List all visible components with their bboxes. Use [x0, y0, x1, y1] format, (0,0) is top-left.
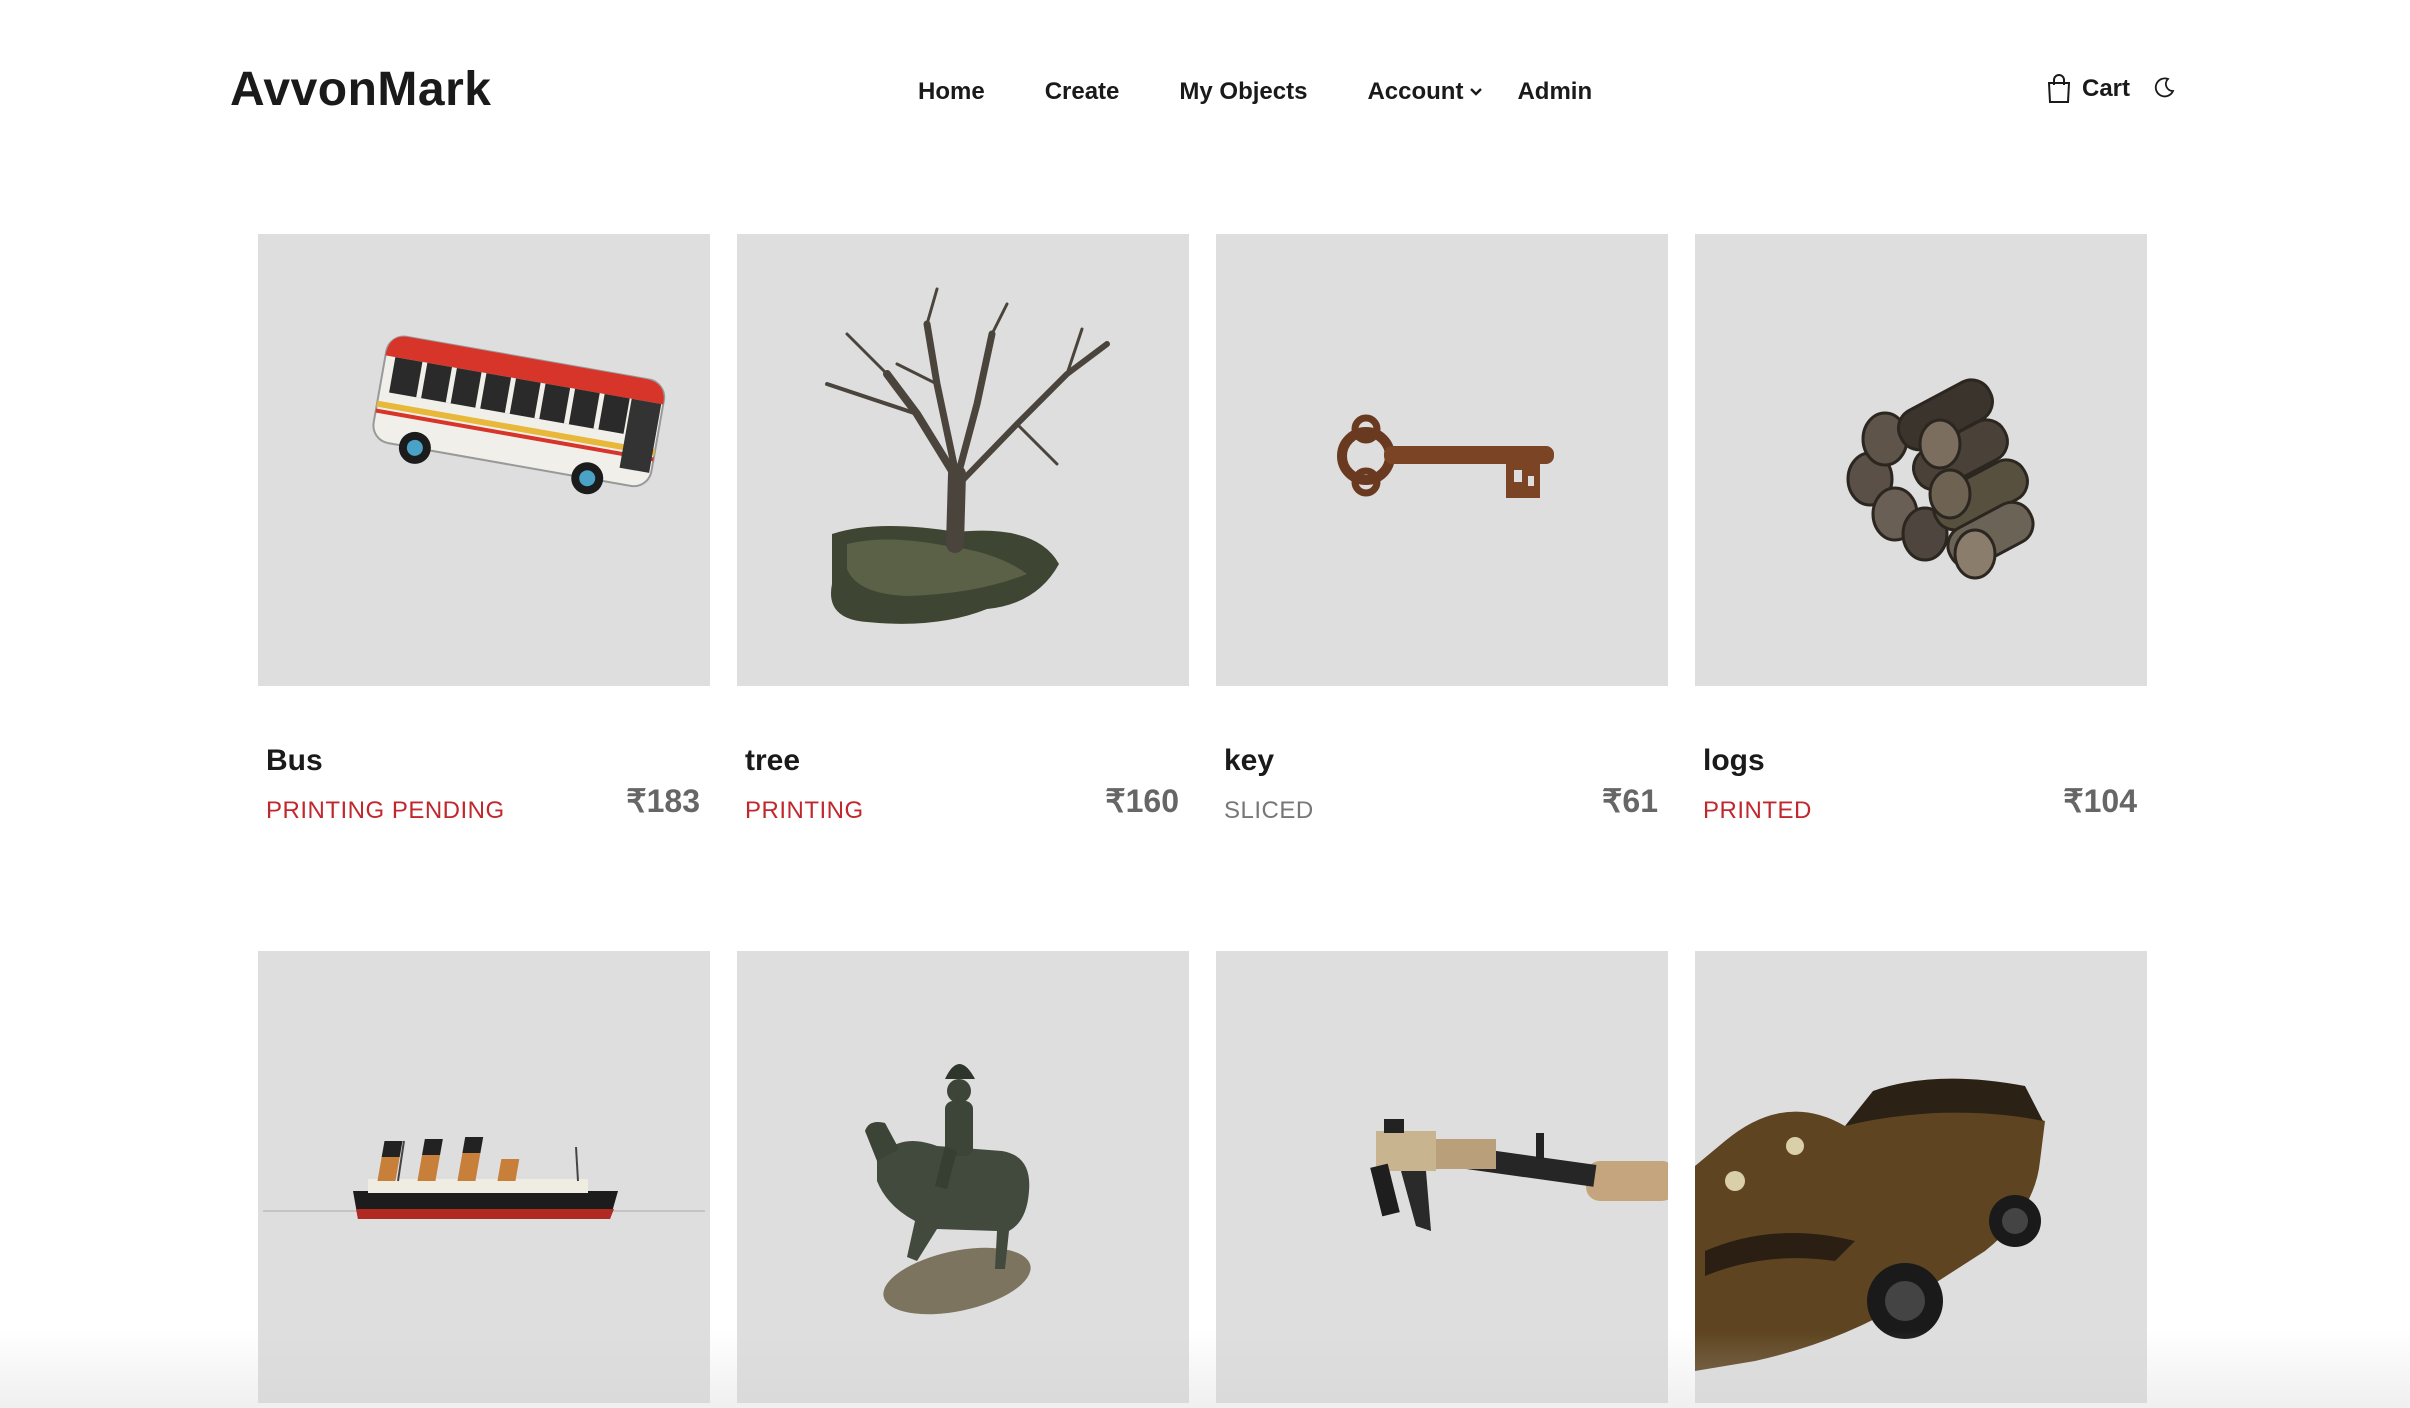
object-status: PRINTED — [1703, 797, 1812, 824]
main-nav: Home Create My Objects Account Admin — [918, 78, 1592, 106]
shopping-bag-icon — [2047, 74, 2071, 103]
site-logo[interactable]: AvvonMark — [230, 62, 491, 117]
nav-account[interactable]: Account — [1367, 78, 1483, 106]
horse-statue-model-image — [865, 1064, 1031, 1315]
nav-my-objects[interactable]: My Objects — [1179, 78, 1307, 106]
nav-admin[interactable]: Admin — [1517, 78, 1592, 106]
site-header: AvvonMark Home Create My Objects Account… — [0, 0, 2410, 190]
tree-model-image — [825, 287, 1110, 624]
object-card[interactable]: tree PRINTING ₹160 — [737, 234, 1189, 824]
moon-icon — [2154, 77, 2175, 98]
theme-toggle[interactable] — [2152, 76, 2176, 105]
object-title[interactable]: tree — [745, 744, 800, 778]
ship-model-image — [263, 1137, 705, 1219]
object-title[interactable]: logs — [1703, 744, 1765, 778]
object-card[interactable] — [258, 951, 710, 1403]
object-price: ₹160 — [1105, 783, 1179, 819]
object-thumbnail[interactable] — [1695, 234, 2147, 686]
object-thumbnail[interactable] — [1216, 951, 1668, 1403]
object-title[interactable]: Bus — [266, 744, 323, 778]
logs-model-image — [1846, 378, 2035, 580]
bus-model-image — [372, 335, 666, 495]
chevron-down-icon — [1470, 88, 1483, 96]
object-price: ₹104 — [2063, 783, 2137, 819]
nav-home[interactable]: Home — [918, 78, 985, 106]
object-card[interactable] — [1695, 951, 2147, 1403]
object-status: SLICED — [1224, 797, 1314, 824]
key-model-image — [1337, 414, 1554, 498]
object-thumbnail[interactable] — [258, 951, 710, 1403]
nav-account-label: Account — [1367, 78, 1464, 105]
object-card[interactable] — [1216, 951, 1668, 1403]
object-thumbnail[interactable] — [1216, 234, 1668, 686]
object-thumbnail[interactable] — [737, 951, 1189, 1403]
object-status: PRINTING PENDING — [266, 797, 505, 824]
object-thumbnail[interactable] — [258, 234, 710, 686]
object-status: PRINTING — [745, 797, 864, 824]
object-card[interactable] — [737, 951, 1189, 1403]
rifle-model-image — [1370, 1119, 1668, 1231]
nav-create[interactable]: Create — [1045, 78, 1120, 106]
object-card[interactable]: logs PRINTED ₹104 — [1695, 234, 2147, 824]
car-model-image — [1695, 1078, 2045, 1371]
object-thumbnail[interactable] — [737, 234, 1189, 686]
object-card[interactable]: key SLICED ₹61 — [1216, 234, 1668, 824]
cart-label: Cart — [2082, 75, 2131, 102]
object-title[interactable]: key — [1224, 744, 1274, 778]
object-thumbnail[interactable] — [1695, 951, 2147, 1403]
cart-button[interactable]: Cart — [2046, 74, 2130, 104]
object-price: ₹183 — [626, 783, 700, 819]
object-card[interactable]: Bus PRINTING PENDING ₹183 — [258, 234, 710, 824]
object-price: ₹61 — [1602, 783, 1658, 819]
